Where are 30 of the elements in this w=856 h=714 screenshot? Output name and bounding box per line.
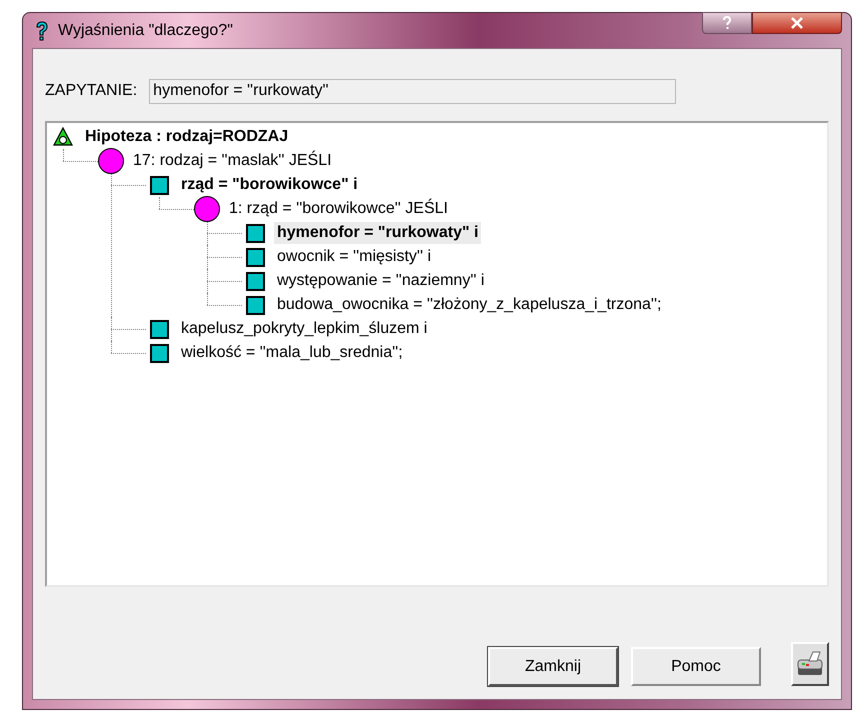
tree-item[interactable]: 1: rząd = ''borowikowce'' JEŚLI: [226, 198, 451, 220]
tree-item[interactable]: kapelusz_pokryty_lepkim_śluzem i: [178, 318, 430, 340]
window-title: Wyjaśnienia "dlaczego?": [58, 20, 233, 40]
tree-item[interactable]: owocnik = ''mięsisty'' i: [274, 246, 434, 268]
tree-item[interactable]: 17: rodzaj = ''maslak'' JEŚLI: [130, 150, 335, 172]
dialog-button[interactable]: Zamknij: [488, 647, 618, 686]
square-icon: [246, 248, 264, 266]
question-icon: [34, 20, 50, 42]
square-icon: [150, 320, 168, 338]
query-label: ZAPYTANIE:: [45, 81, 138, 101]
tree-item[interactable]: Hipoteza : rodzaj=RODZAJ: [82, 126, 292, 148]
tree-item[interactable]: budowa_owocnika = ''złożony_z_kapelusza_i_trzona'';: [274, 294, 664, 316]
tree-item[interactable]: występowanie = ''naziemny'' i: [274, 270, 488, 292]
dialog-button[interactable]: Pomoc: [631, 647, 761, 686]
square-icon: [246, 296, 264, 314]
square-icon: [246, 272, 264, 290]
tree-item[interactable]: hymenofor = "rurkowaty" i: [274, 222, 482, 244]
help-button[interactable]: [702, 12, 752, 34]
help-icon: [722, 16, 732, 30]
close-button[interactable]: [752, 12, 842, 34]
printer-icon: [795, 650, 825, 678]
warning-question-icon: [53, 127, 73, 147]
query-field[interactable]: hymenofor = ''rurkowaty'': [149, 78, 676, 104]
square-icon: [150, 344, 168, 362]
square-icon: [150, 176, 168, 194]
square-icon: [246, 224, 264, 242]
tree-item[interactable]: wielkość = ''mala_lub_srednia'';: [178, 342, 406, 364]
close-icon: [790, 17, 804, 29]
tree-item[interactable]: rząd = "borowikowce" i: [178, 174, 361, 196]
print-button[interactable]: [791, 642, 829, 686]
